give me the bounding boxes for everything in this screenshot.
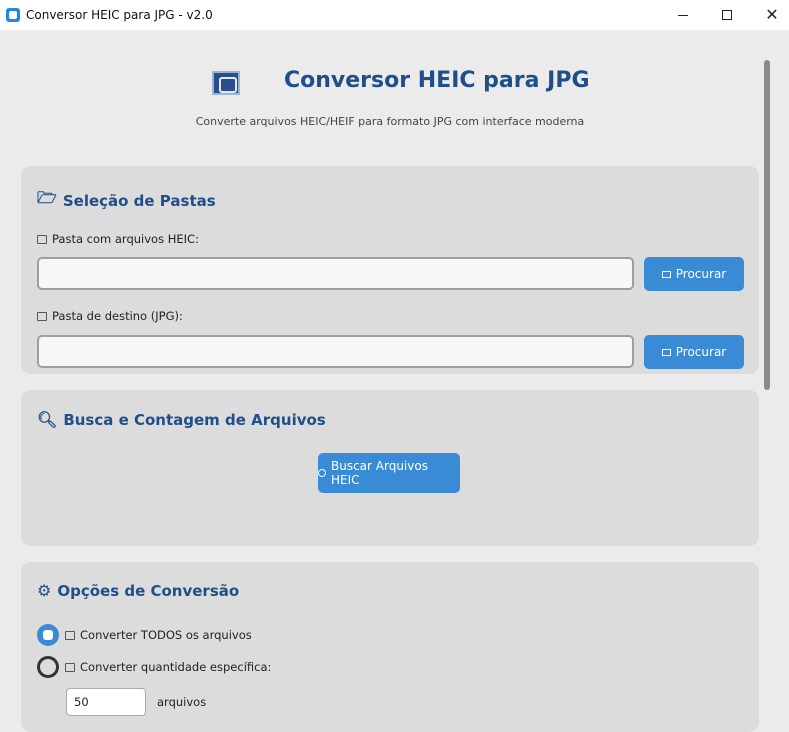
close-icon: ✕	[765, 5, 779, 24]
folder-icon	[661, 270, 671, 278]
radio-convert-quantity-text: Converter quantidade específica:	[80, 660, 272, 674]
folder-section-title: 🗁 Seleção de Pastas	[37, 187, 216, 214]
dest-browse-button[interactable]: Procurar	[644, 335, 744, 369]
minimize-icon	[678, 14, 688, 16]
dest-folder-input[interactable]	[37, 335, 634, 368]
magnifier-icon	[318, 469, 326, 477]
close-button[interactable]: ✕	[749, 0, 789, 30]
window-title: Conversor HEIC para JPG - v2.0	[26, 8, 213, 22]
minimize-button[interactable]	[660, 0, 706, 30]
radio-convert-all-text: Converter TODOS os arquivos	[80, 628, 252, 642]
clipboard-icon	[37, 311, 47, 321]
options-section-title: ⚙ Opções de Conversão	[37, 581, 239, 600]
radio-convert-all[interactable]	[37, 624, 59, 646]
quantity-unit-label: arquivos	[157, 695, 207, 709]
search-heic-button-label: Buscar Arquivos HEIC	[330, 459, 428, 487]
dest-folder-label: Pasta de destino (JPG):	[37, 309, 183, 323]
folder-icon	[37, 234, 47, 244]
search-heic-button[interactable]: Buscar Arquivos HEIC	[318, 453, 460, 493]
calculator-icon	[65, 662, 75, 672]
source-folder-input[interactable]	[37, 257, 634, 290]
target-icon	[65, 630, 75, 640]
conversion-options-card: ⚙ Opções de Conversão Converter TODOS os…	[21, 562, 759, 732]
quantity-input[interactable]: 50	[66, 688, 146, 716]
vertical-scrollbar[interactable]	[764, 60, 770, 390]
options-section-title-text: Opções de Conversão	[57, 581, 240, 600]
maximize-icon	[722, 10, 732, 20]
radio-convert-quantity[interactable]	[37, 656, 59, 678]
radio-convert-quantity-label[interactable]: Converter quantidade específica:	[65, 660, 271, 674]
page-title: Conversor HEIC para JPG	[284, 68, 590, 93]
app-icon	[6, 8, 20, 22]
folder-icon	[661, 348, 671, 356]
source-folder-label: Pasta com arquivos HEIC:	[37, 232, 199, 246]
dest-folder-label-text: Pasta de destino (JPG):	[52, 309, 183, 323]
app-logo-icon	[212, 71, 240, 95]
gear-icon: ⚙	[37, 581, 52, 600]
radio-convert-all-label[interactable]: Converter TODOS os arquivos	[65, 628, 252, 642]
source-browse-button[interactable]: Procurar	[644, 257, 744, 291]
source-browse-label: Procurar	[675, 267, 727, 281]
magnifier-icon: 🔍︎	[37, 410, 58, 429]
folder-selection-card: 🗁 Seleção de Pastas Pasta com arquivos H…	[21, 166, 759, 374]
dest-browse-label: Procurar	[675, 345, 727, 359]
folder-section-title-text: Seleção de Pastas	[62, 191, 216, 210]
page-subtitle: Converte arquivos HEIC/HEIF para formato…	[195, 115, 585, 128]
maximize-button[interactable]	[704, 0, 750, 30]
search-section-title-text: Busca e Contagem de Arquivos	[63, 410, 326, 429]
folder-open-icon: 🗁	[37, 188, 57, 207]
source-folder-label-text: Pasta com arquivos HEIC:	[52, 232, 199, 246]
window-titlebar: Conversor HEIC para JPG - v2.0 ✕	[0, 0, 789, 30]
search-card: 🔍︎ Busca e Contagem de Arquivos Buscar A…	[21, 390, 759, 546]
search-section-title: 🔍︎ Busca e Contagem de Arquivos	[37, 410, 326, 429]
